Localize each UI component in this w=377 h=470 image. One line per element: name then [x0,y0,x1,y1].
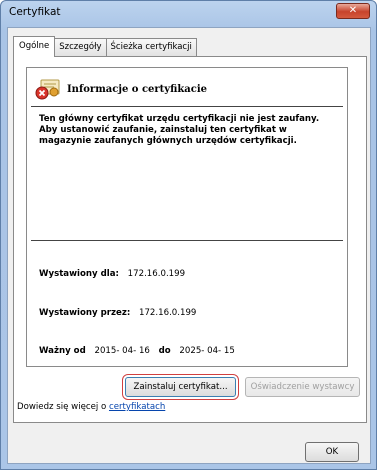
tab-details[interactable]: Szczegóły [54,38,107,56]
tab-strip: Ogólne Szczegóły Ścieżka certyfikacji [13,36,197,57]
issuer-statement-button[interactable]: Oświadczenie wystawcy [245,377,360,397]
general-tab-panel: Informacje o certyfikacie Ten główny cer… [13,56,367,423]
valid-to-value: 2025- 04- 15 [179,346,235,356]
issued-to-row: Wystawiony dla: 172.16.0.199 [39,269,185,279]
tab-certification-path[interactable]: Ścieżka certyfikacji [105,38,197,56]
window-title: Certyfikat [9,6,61,18]
valid-from-value: 2015- 04- 16 [94,346,150,356]
trust-warning-text: Ten główny certyfikat urzędu certyfikacj… [39,114,320,146]
title-bar[interactable]: Certyfikat ✕ [1,1,376,25]
fields-divider [31,240,343,241]
certificate-info-box: Informacje o certyfikacie Ten główny cer… [26,67,348,367]
valid-from-label: Ważny od [39,346,86,356]
close-button[interactable]: ✕ [336,3,370,19]
issued-by-label: Wystawiony przez: [39,308,131,318]
learn-more-row: Dowiedz się więcej o certyfikatach [17,402,165,412]
close-icon: ✕ [348,5,358,16]
dialog-body: Ogólne Szczegóły Ścieżka certyfikacji In… [7,27,371,464]
certificate-error-icon [35,78,61,100]
ok-button[interactable]: OK [305,442,359,462]
issued-to-value: 172.16.0.199 [127,269,186,279]
tab-general[interactable]: Ogólne [13,36,56,57]
certificate-dialog: Certyfikat ✕ Ogólne Szczegóły Ścieżka ce… [0,0,377,470]
issued-by-row: Wystawiony przez: 172.16.0.199 [39,308,196,318]
certificates-link[interactable]: certyfikatach [109,402,165,412]
learn-more-text: Dowiedz się więcej o [17,402,109,412]
info-title: Informacje o certyfikacie [67,83,208,95]
install-certificate-button[interactable]: Zainstaluj certyfikat... [122,374,239,400]
info-header: Informacje o certyfikacie [35,78,207,100]
issued-to-label: Wystawiony dla: [39,269,119,279]
header-divider [31,106,343,107]
issued-by-value: 172.16.0.199 [139,308,197,318]
validity-row: Ważny od 2015- 04- 16 do 2025- 04- 15 [39,346,235,356]
valid-to-label: do [158,346,171,356]
